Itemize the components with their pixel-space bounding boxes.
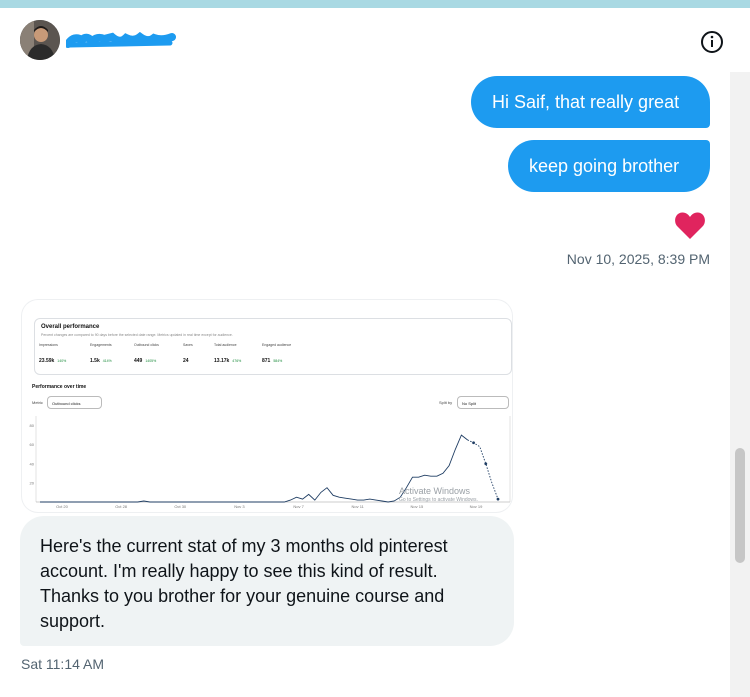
chart-y-tick-label: 20: [30, 480, 35, 485]
chart-data-point: [472, 441, 475, 445]
metric-dropdown-value: Outbound clicks: [52, 401, 81, 406]
metric-change: 476%: [232, 359, 242, 363]
overall-performance-panel: Overall performance Percent changes are …: [34, 318, 512, 375]
chart-x-tick-label: Nov 15: [411, 504, 424, 509]
received-message-bubble[interactable]: Here's the current stat of my 3 months o…: [20, 516, 514, 646]
shared-image-attachment[interactable]: Overall performance Percent changes are …: [22, 300, 512, 512]
split-by-dropdown-value: No Split: [462, 401, 477, 406]
sent-message-bubble[interactable]: Hi Saif, that really great: [471, 76, 710, 128]
chart-x-tick-label: Oct 20: [56, 504, 69, 509]
metric-total-audience: Total audience 13.17k 476%: [214, 343, 241, 367]
activate-windows-title: Activate Windows: [399, 486, 471, 496]
chart-x-tick-label: Nov 19: [470, 504, 483, 509]
chart-x-tick-label: Oct 30: [174, 504, 187, 509]
chart-data-point: [496, 497, 500, 501]
chart-y-tick-label: 40: [30, 461, 35, 466]
metric-outbound-clicks: Outbound clicks 449 1405%: [134, 343, 159, 367]
metric-saves: Saves 24: [183, 343, 193, 367]
metric-label: Outbound clicks: [134, 343, 159, 347]
conversation-header: [0, 8, 750, 72]
metric-select-label: Metric: [32, 400, 43, 405]
metric-engagements: Engagements 1.5k 414%: [90, 343, 112, 367]
metric-value: 23.59k: [39, 358, 55, 364]
sent-message-bubble[interactable]: keep going brother: [508, 140, 710, 192]
metric-change: 584%: [273, 359, 283, 363]
scrollbar-track[interactable]: [730, 72, 750, 697]
split-by-dropdown: No Split: [457, 396, 509, 409]
metric-label: Total audience: [214, 343, 237, 347]
metric-impressions: Impressions 23.59k 140%: [39, 343, 66, 367]
metric-label: Impressions: [39, 343, 58, 347]
info-circle-icon[interactable]: [700, 30, 724, 54]
metric-value: 24: [183, 358, 189, 364]
scrollbar-thumb[interactable]: [735, 448, 745, 563]
window-top-strip: [0, 0, 750, 8]
redacted-name-scribble: [66, 32, 176, 48]
split-by-label: Split by: [439, 400, 453, 405]
metric-engaged-audience: Engaged audience 871 584%: [262, 343, 291, 367]
activate-windows-watermark: Activate Windows Go to Settings to activ…: [399, 486, 478, 503]
chart-x-tick-label: Nov 11: [352, 504, 365, 509]
metric-label: Engaged audience: [262, 343, 292, 347]
metric-value: 1.5k: [90, 358, 100, 364]
chart-y-tick-label: 80: [30, 423, 35, 428]
metric-change: 414%: [102, 359, 112, 363]
heart-reaction-icon[interactable]: [674, 210, 706, 240]
chart-y-tick-label: 60: [30, 442, 35, 447]
metric-value: 871: [262, 358, 271, 364]
chart-data-point: [484, 462, 488, 466]
metric-change: 1405%: [145, 359, 157, 363]
metric-value: 449: [134, 358, 143, 364]
activate-windows-subtitle: Go to Settings to activate Windows.: [399, 497, 478, 503]
message-timestamp: Sat 11:14 AM: [21, 656, 105, 672]
avatar[interactable]: [20, 20, 60, 60]
metric-change: 140%: [57, 359, 67, 363]
metric-label: Saves: [183, 343, 193, 347]
chart-x-tick-label: Oct 28: [115, 504, 128, 509]
message-timestamp: Nov 10, 2025, 8:39 PM: [566, 251, 710, 267]
overall-performance-description: Percent changes are compared to 90 days …: [41, 333, 233, 337]
chart-x-tick-label: Nov 7: [293, 504, 304, 509]
metric-dropdown: Outbound clicks: [47, 396, 102, 409]
person-avatar-icon: [20, 20, 60, 60]
chart-x-tick-label: Nov 3: [234, 504, 245, 509]
overall-performance-title: Overall performance: [41, 324, 100, 330]
metric-label: Engagements: [90, 343, 112, 347]
performance-over-time-title: Performance over time: [32, 384, 87, 390]
metric-value: 13.17k: [214, 358, 230, 364]
